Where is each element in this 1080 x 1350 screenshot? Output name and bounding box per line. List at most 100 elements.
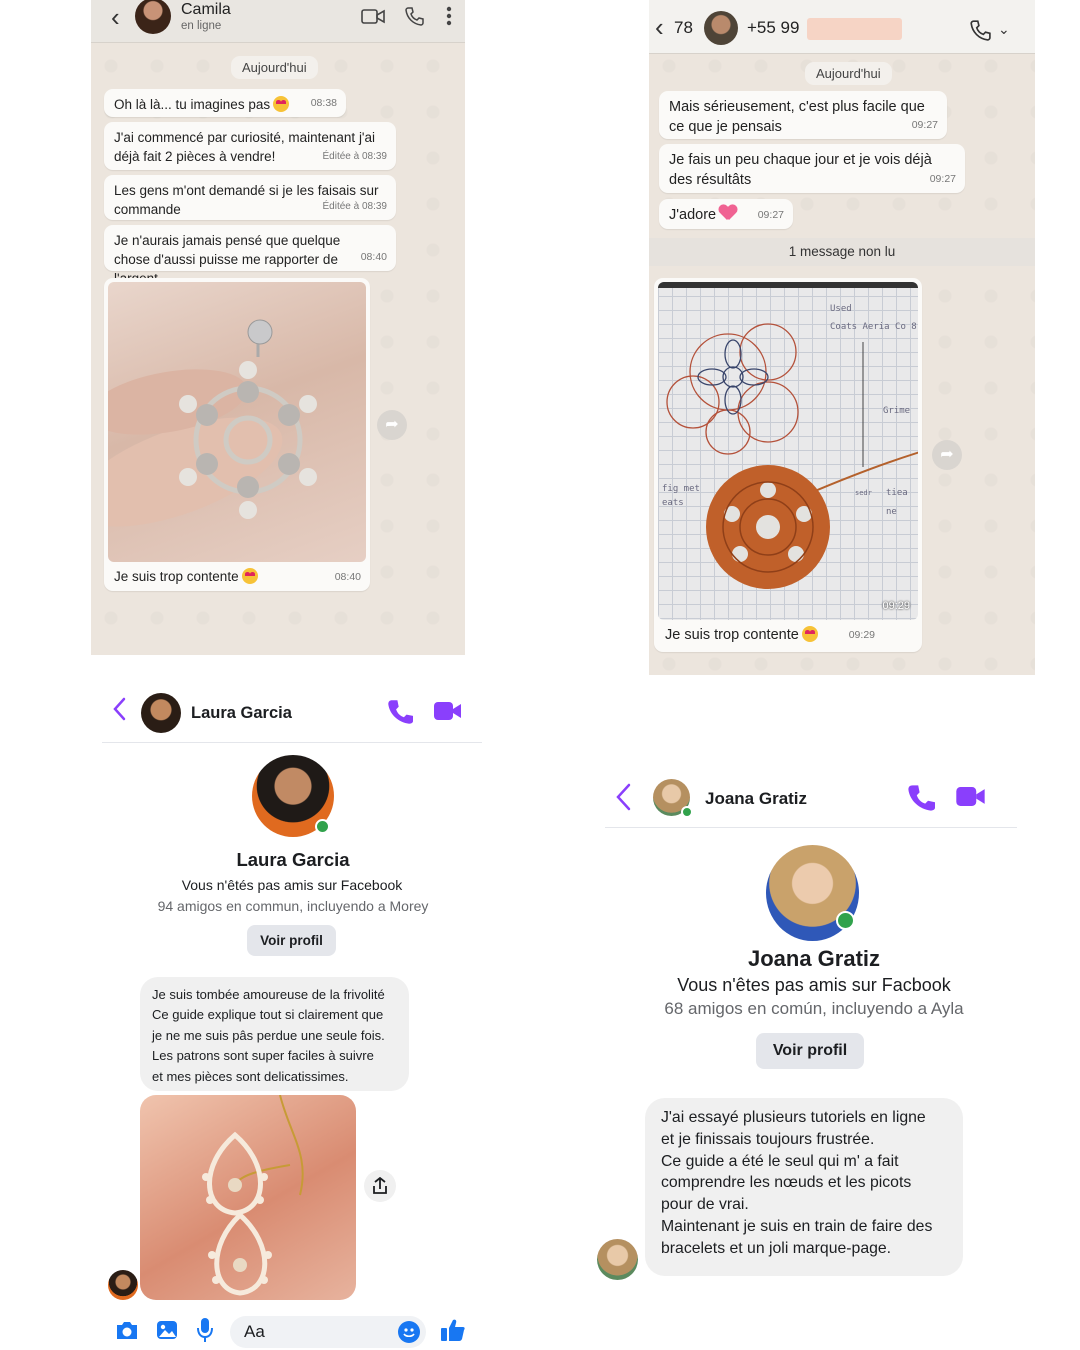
- back-icon[interactable]: ‹: [655, 12, 664, 43]
- date-separator: Aujourd'hui: [231, 56, 318, 79]
- message-time: 09:27: [911, 119, 938, 131]
- sketch-note: sedr: [855, 489, 872, 497]
- message-bubble[interactable]: J'adore 09:27: [659, 199, 793, 229]
- message-bubble[interactable]: Je fais un peu chaque jour et je vois dé…: [659, 144, 965, 193]
- heart-eyes-emoji-icon: [241, 568, 258, 584]
- friendship-status: Vous n'êtés pas amis sur Facebook: [181, 877, 403, 893]
- message-time: 08:40: [360, 251, 387, 263]
- contact-avatar[interactable]: [135, 0, 171, 34]
- message-time: 08:40: [334, 571, 361, 583]
- chat-header: ‹ Camila en ligne: [91, 0, 465, 43]
- unread-count: 78: [674, 18, 693, 37]
- mutual-friends: 68 amigos en común, incluyendo a Ayla: [664, 999, 964, 1018]
- message-input[interactable]: Aa: [230, 1316, 426, 1348]
- message-time: 09:29: [848, 629, 875, 641]
- header-contact-name[interactable]: Joana Gratiz: [705, 789, 807, 809]
- view-profile-button[interactable]: Voir profil: [247, 925, 336, 956]
- view-profile-button[interactable]: Voir profil: [756, 1033, 864, 1069]
- message-bubble[interactable]: J'ai commencé par curiosité, maintenant …: [104, 122, 396, 170]
- contact-status: en ligne: [181, 20, 222, 32]
- share-icon[interactable]: [364, 1170, 396, 1202]
- profile-name: Laura Garcia: [236, 849, 350, 870]
- video-call-icon[interactable]: [361, 9, 385, 24]
- chat-header: ‹ 78 +55 99 ⌄: [649, 0, 1035, 54]
- gallery-icon[interactable]: [156, 1319, 178, 1341]
- contact-name[interactable]: Camila: [181, 1, 231, 19]
- phone-icon[interactable]: [969, 19, 991, 41]
- sketch-note: Used: [830, 304, 852, 314]
- message-bubble[interactable]: J'ai essayé plusieurs tutoriels en ligne…: [645, 1098, 963, 1276]
- sketch-note: Grime: [883, 406, 911, 416]
- sketch-note: tiea ne: [886, 488, 908, 517]
- whatsapp-chat-camila: ‹ Camila en ligne Aujourd'hui Oh là là..…: [91, 0, 465, 655]
- message-line: je ne me suis pâs perdue une seule fois.: [152, 1027, 385, 1043]
- tatting-snowflake-earring-photo[interactable]: [108, 282, 366, 562]
- message-line: comprendre les nœuds et les picots: [661, 1174, 912, 1192]
- message-line: Ce guide explique tout si clairement que: [152, 1007, 384, 1023]
- unread-banner: 1 message non lu: [649, 238, 1035, 266]
- chevron-down-icon[interactable]: ⌄: [998, 21, 1010, 38]
- message-time: 09:27: [929, 173, 956, 185]
- microphone-icon[interactable]: [196, 1317, 214, 1343]
- contact-phone[interactable]: +55 99: [747, 18, 799, 38]
- heart-emoji-icon: [719, 205, 737, 221]
- back-icon[interactable]: [615, 783, 631, 811]
- photo-message[interactable]: Je suis trop contente 08:40: [104, 278, 370, 591]
- message-line: pour de vrai.: [661, 1196, 749, 1214]
- video-call-icon[interactable]: [434, 701, 462, 721]
- message-text: J'adore: [669, 207, 717, 223]
- thumbs-up-icon[interactable]: [440, 1317, 466, 1343]
- redacted-number: [807, 18, 902, 40]
- sender-avatar[interactable]: [597, 1239, 638, 1280]
- header-divider: [102, 742, 482, 743]
- message-line: Les patrons sont super faciles à suivre: [152, 1048, 374, 1064]
- tatting-teardrop-earrings-photo[interactable]: [140, 1095, 356, 1300]
- whatsapp-chat-number: ‹ 78 +55 99 ⌄ Aujourd'hui Mais sérieusem…: [649, 0, 1035, 675]
- friendship-status: Vous n'êtes pas amis sur Facbook: [677, 975, 951, 995]
- message-bubble[interactable]: Je n'aurais jamais pensé que quelque cho…: [104, 225, 396, 286]
- phone-icon[interactable]: [404, 6, 424, 26]
- message-time: 08:38: [310, 97, 337, 109]
- message-input-placeholder: Aa: [244, 1322, 265, 1341]
- message-line: bracelets et un joli marque-page.: [661, 1239, 892, 1257]
- contact-avatar[interactable]: [141, 693, 181, 733]
- sketch-note: eats: [662, 498, 684, 508]
- phone-icon[interactable]: [387, 699, 413, 725]
- messenger-chat-joana: Joana Gratiz Joana Gratiz Vous n'êtes pa…: [585, 727, 1035, 1350]
- back-icon[interactable]: ‹: [111, 2, 120, 33]
- camera-icon[interactable]: [115, 1319, 139, 1341]
- message-bubble[interactable]: Je suis tombée amoureuse de la frivolité…: [140, 977, 409, 1091]
- message-bubble[interactable]: Mais sérieusement, c'est plus facile que…: [659, 91, 947, 139]
- heart-eyes-emoji-icon: [801, 626, 818, 642]
- forward-icon[interactable]: ➦: [377, 410, 407, 440]
- message-line: J'ai essayé plusieurs tutoriels en ligne: [661, 1109, 926, 1126]
- message-bubble[interactable]: Oh là là... tu imagines pas 08:38: [104, 89, 346, 117]
- more-options-icon[interactable]: [446, 5, 452, 27]
- message-text: Oh là là... tu imagines pas: [114, 97, 271, 112]
- message-text: Je fais un peu chaque jour et je vois dé…: [669, 152, 932, 188]
- sender-avatar[interactable]: [108, 1270, 138, 1300]
- message-text: Mais sérieusement, c'est plus facile que…: [669, 99, 925, 135]
- message-line: Ce guide a été le seul qui m' a fait: [661, 1152, 899, 1170]
- photo-time: 09:29: [882, 600, 910, 612]
- online-status-dot: [315, 819, 330, 834]
- message-line: et mes pièces sont delicatissimes.: [152, 1068, 349, 1084]
- crochet-pattern-sketch-photo[interactable]: Used Coats Aeria Co 8 Grime fig met eats…: [658, 282, 918, 620]
- back-icon[interactable]: [112, 697, 126, 721]
- profile-name: Joana Gratiz: [747, 946, 881, 971]
- emoji-icon[interactable]: [398, 1321, 420, 1343]
- contact-avatar[interactable]: [704, 11, 738, 45]
- online-status-dot: [836, 911, 855, 930]
- mutual-friends: 94 amigos en commun, incluyendo a Morey: [157, 898, 429, 914]
- header-contact-name[interactable]: Laura Garcia: [191, 704, 292, 723]
- caption-text: Je suis trop contente: [665, 627, 799, 643]
- heart-eyes-emoji-icon: [273, 96, 290, 112]
- video-call-icon[interactable]: [956, 786, 986, 807]
- photo-message[interactable]: Used Coats Aeria Co 8 Grime fig met eats…: [654, 278, 922, 652]
- message-edited-time: Éditée à 08:39: [322, 201, 388, 212]
- message-bubble[interactable]: Les gens m'ont demandé si je les faisais…: [104, 175, 396, 220]
- caption-time-bubble: 09:29: [832, 626, 884, 648]
- phone-icon[interactable]: [907, 784, 935, 812]
- forward-icon[interactable]: ➦: [932, 440, 962, 470]
- caption-text: Je suis trop contente: [114, 569, 239, 584]
